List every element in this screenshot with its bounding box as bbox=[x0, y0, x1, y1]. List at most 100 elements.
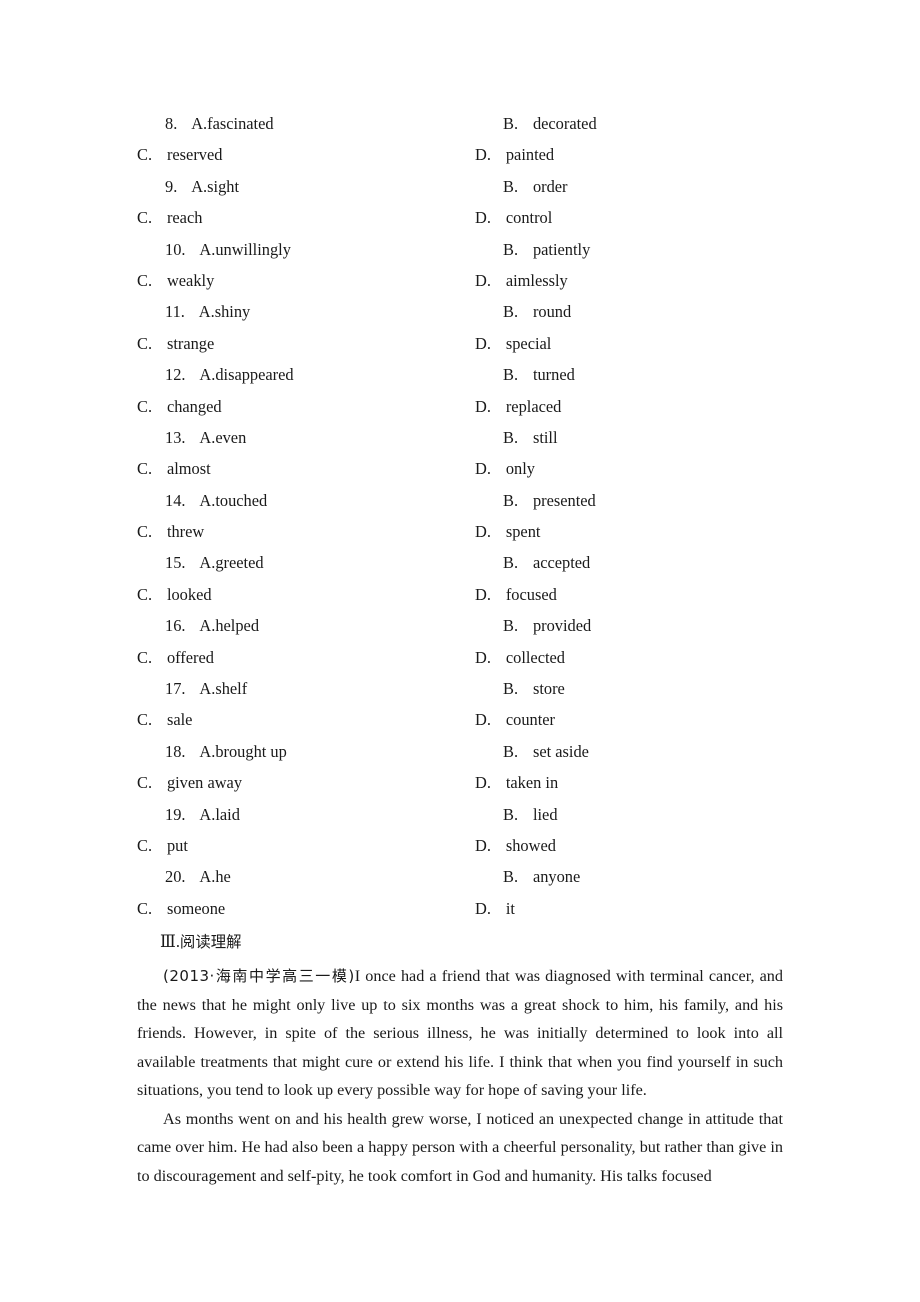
mc-option-d[interactable]: D. showed bbox=[475, 830, 775, 861]
mc-option-a[interactable]: 16. A.helped bbox=[137, 610, 503, 641]
mc-option-text-d: replaced bbox=[505, 396, 562, 416]
mc-option-d[interactable]: D. collected bbox=[475, 642, 775, 673]
mc-option-d[interactable]: D. replaced bbox=[475, 391, 775, 422]
mc-item-row-cd: C. given away D. taken in bbox=[137, 767, 785, 798]
mc-option-d[interactable]: D. painted bbox=[475, 139, 775, 170]
mc-option-c[interactable]: C. weakly bbox=[137, 265, 475, 296]
mc-option-a[interactable]: 18. A.brought up bbox=[137, 736, 503, 767]
mc-option-b[interactable]: B. still bbox=[503, 422, 803, 453]
mc-item-row-ab: 16. A.helped B. provided bbox=[137, 610, 785, 641]
mc-option-letter-a: A. bbox=[199, 239, 216, 259]
mc-option-d[interactable]: D. only bbox=[475, 453, 775, 484]
mc-item-row-ab: 12. A.disappeared B. turned bbox=[137, 359, 785, 390]
mc-option-b[interactable]: B. turned bbox=[503, 359, 803, 390]
mc-option-c[interactable]: C. sale bbox=[137, 704, 475, 735]
mc-option-d[interactable]: D. taken in bbox=[475, 767, 775, 798]
mc-option-letter-a: A. bbox=[199, 490, 216, 510]
mc-option-b[interactable]: B. order bbox=[503, 171, 803, 202]
mc-option-letter-c: C. bbox=[137, 333, 153, 353]
mc-option-a[interactable]: 12. A.disappeared bbox=[137, 359, 503, 390]
mc-option-text-a: laid bbox=[215, 804, 240, 824]
mc-option-letter-a: A. bbox=[191, 114, 208, 133]
mc-option-text-a: greeted bbox=[215, 553, 264, 573]
mc-option-d[interactable]: D. spent bbox=[475, 516, 775, 547]
mc-option-b[interactable]: B. set aside bbox=[503, 736, 803, 767]
mc-option-letter-a: A. bbox=[199, 679, 216, 699]
mc-option-b[interactable]: B. decorated bbox=[503, 108, 803, 139]
mc-option-d[interactable]: D. aimlessly bbox=[475, 265, 775, 296]
mc-option-text-b: still bbox=[532, 427, 558, 447]
mc-item-row-ab: 9. A.sight B. order bbox=[137, 171, 785, 202]
mc-option-text-a: sight bbox=[207, 176, 240, 196]
mc-option-text-b: order bbox=[532, 176, 568, 196]
mc-option-text-a: shiny bbox=[214, 302, 251, 322]
mc-option-d[interactable]: D. focused bbox=[475, 579, 775, 610]
mc-option-c[interactable]: C. given away bbox=[137, 767, 475, 798]
mc-option-b[interactable]: B. store bbox=[503, 673, 803, 704]
mc-option-a[interactable]: 10. A.unwillingly bbox=[137, 234, 503, 265]
mc-option-text-d: control bbox=[505, 208, 553, 228]
mc-option-text-b: provided bbox=[532, 616, 592, 636]
mc-option-a[interactable]: 14. A.touched bbox=[137, 485, 503, 516]
mc-option-b[interactable]: B. provided bbox=[503, 610, 803, 641]
mc-option-d[interactable]: D. it bbox=[475, 893, 775, 924]
mc-option-letter-d: D. bbox=[475, 396, 491, 416]
mc-option-c[interactable]: C. put bbox=[137, 830, 475, 861]
mc-option-c[interactable]: C. looked bbox=[137, 579, 475, 610]
mc-option-letter-c: C. bbox=[137, 647, 153, 667]
mc-option-letter-c: C. bbox=[137, 270, 153, 290]
mc-option-c[interactable]: C. almost bbox=[137, 453, 475, 484]
mc-option-text-d: painted bbox=[505, 145, 555, 165]
mc-option-letter-b: B. bbox=[503, 302, 519, 322]
mc-option-text-c: put bbox=[166, 835, 188, 855]
mc-option-text-b: accepted bbox=[532, 553, 591, 573]
mc-option-text-c: reserved bbox=[166, 145, 223, 165]
mc-option-letter-d: D. bbox=[475, 145, 491, 165]
mc-option-c[interactable]: C. changed bbox=[137, 391, 475, 422]
mc-option-text-c: looked bbox=[166, 584, 212, 604]
mc-option-text-b: turned bbox=[532, 365, 575, 385]
mc-option-letter-c: C. bbox=[137, 396, 153, 416]
mc-option-c[interactable]: C. reserved bbox=[137, 139, 475, 170]
mc-option-a[interactable]: 20. A.he bbox=[137, 861, 503, 892]
mc-option-d[interactable]: D. counter bbox=[475, 704, 775, 735]
mc-option-b[interactable]: B. accepted bbox=[503, 547, 803, 578]
mc-option-text-a: brought up bbox=[215, 741, 287, 761]
mc-option-a[interactable]: 19. A.laid bbox=[137, 799, 503, 830]
mc-option-text-a: disappeared bbox=[215, 365, 294, 385]
mc-option-c[interactable]: C. threw bbox=[137, 516, 475, 547]
mc-option-c[interactable]: C. offered bbox=[137, 642, 475, 673]
source-citation: (2013·海南中学高三一模) bbox=[163, 967, 355, 985]
mc-option-text-a: touched bbox=[215, 490, 268, 510]
mc-option-text-b: round bbox=[532, 302, 572, 322]
mc-item-number: 19. bbox=[165, 804, 186, 824]
mc-option-c[interactable]: C. reach bbox=[137, 202, 475, 233]
mc-item-row-cd: C. weakly D. aimlessly bbox=[137, 265, 785, 296]
mc-item-number: 16. bbox=[165, 616, 186, 636]
mc-option-letter-b: B. bbox=[503, 804, 519, 824]
mc-option-text-c: strange bbox=[166, 333, 215, 353]
mc-option-d[interactable]: D. control bbox=[475, 202, 775, 233]
reading-section-heading: Ⅲ.阅读理解 bbox=[160, 930, 242, 954]
mc-option-c[interactable]: C. someone bbox=[137, 893, 475, 924]
mc-option-d[interactable]: D. special bbox=[475, 328, 775, 359]
mc-option-b[interactable]: B. anyone bbox=[503, 861, 803, 892]
mc-option-a[interactable]: 11. A.shiny bbox=[137, 296, 503, 327]
mc-option-letter-a: A. bbox=[199, 804, 216, 824]
mc-option-text-b: presented bbox=[532, 490, 596, 510]
mc-option-a[interactable]: 9. A.sight bbox=[137, 171, 503, 202]
mc-option-letter-a: A. bbox=[199, 553, 216, 573]
mc-option-text-c: offered bbox=[166, 647, 214, 667]
mc-option-a[interactable]: 15. A.greeted bbox=[137, 547, 503, 578]
mc-option-letter-d: D. bbox=[475, 898, 491, 918]
mc-option-b[interactable]: B. lied bbox=[503, 799, 803, 830]
mc-option-c[interactable]: C. strange bbox=[137, 328, 475, 359]
mc-option-a[interactable]: 13. A.even bbox=[137, 422, 503, 453]
mc-item-row-ab: 11. A.shiny B. round bbox=[137, 296, 785, 327]
mc-option-a[interactable]: 17. A.shelf bbox=[137, 673, 503, 704]
mc-option-b[interactable]: B. presented bbox=[503, 485, 803, 516]
mc-option-b[interactable]: B. patiently bbox=[503, 234, 803, 265]
mc-option-text-d: spent bbox=[505, 522, 541, 542]
mc-option-a[interactable]: 8. A.fascinated bbox=[137, 108, 503, 139]
mc-option-b[interactable]: B. round bbox=[503, 296, 803, 327]
